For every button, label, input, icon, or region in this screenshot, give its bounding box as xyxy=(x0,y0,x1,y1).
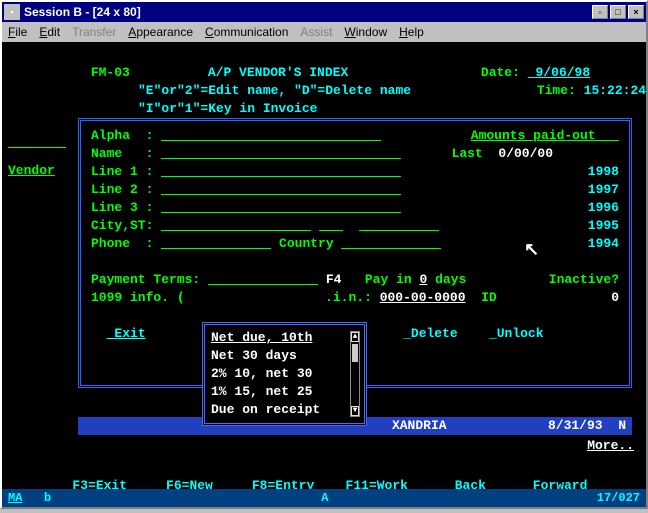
city-field[interactable] xyxy=(161,217,311,231)
titlebar[interactable]: ▪ Session B - [24 x 80] ▫ □ × xyxy=(2,2,646,22)
app-window: ▪ Session B - [24 x 80] ▫ □ × File Edit … xyxy=(0,0,648,509)
country-field[interactable] xyxy=(341,235,441,249)
strip-ma: MA xyxy=(8,489,22,507)
menu-communication[interactable]: Communication xyxy=(205,25,288,39)
cursor-position: 17/027 xyxy=(597,489,640,507)
maximize-button[interactable]: □ xyxy=(610,5,626,19)
last-label: Last xyxy=(452,146,483,161)
payment-terms-popup: Net due, 10th Net 30 days 2% 10, net 30 … xyxy=(202,322,367,426)
window-title: Session B - [24 x 80] xyxy=(24,5,592,19)
menu-transfer: Transfer xyxy=(72,25,116,39)
year-2: 1996 xyxy=(588,199,619,217)
line2-field[interactable] xyxy=(161,181,401,195)
date-label: Date: xyxy=(481,65,520,80)
popup-item[interactable]: 2% 10, net 30 xyxy=(211,365,358,383)
screen-code: FM-03 xyxy=(91,65,130,80)
menu-window[interactable]: Window xyxy=(344,25,387,39)
terminal-screen: FM-03 A/P VENDOR'S INDEX Date: 9/06/98 T… xyxy=(2,42,646,507)
country-label: Country xyxy=(279,235,334,253)
help-text-1: "E"or"2"=Edit name, "D"=Delete name xyxy=(138,83,411,98)
scroll-up-icon[interactable]: ▲ xyxy=(351,332,359,342)
more-link[interactable]: More.. xyxy=(587,437,634,455)
year-0: 1998 xyxy=(588,163,619,181)
strip-b: b xyxy=(44,489,51,507)
inactive-label: Inactive? xyxy=(549,271,619,289)
popup-scrollbar[interactable]: ▲ ▼ xyxy=(350,331,360,417)
alpha-field[interactable] xyxy=(161,127,381,141)
menu-file[interactable]: File xyxy=(8,25,27,39)
zip-field[interactable] xyxy=(359,217,439,231)
name-field[interactable] xyxy=(161,145,401,159)
payterms-label: Payment Terms: xyxy=(91,271,200,289)
strip-mid: A xyxy=(321,489,328,507)
line1-label: Line 1 : xyxy=(91,163,153,181)
id-value: 0 xyxy=(611,289,619,307)
last-value: 0/00/00 xyxy=(498,146,553,161)
menubar: File Edit Transfer Appearance Communicat… xyxy=(2,22,646,42)
sidebar-divider xyxy=(8,147,66,148)
status-flag: N xyxy=(618,417,626,435)
f4-hint: F4 xyxy=(326,271,342,289)
menu-help[interactable]: Help xyxy=(399,25,424,39)
name-label: Name : xyxy=(91,145,153,163)
id-label: ID xyxy=(481,289,497,307)
menu-appearance[interactable]: Appearance xyxy=(128,25,193,39)
line3-label: Line 3 : xyxy=(91,199,153,217)
scroll-thumb[interactable] xyxy=(352,344,358,362)
payin-value[interactable]: 0 xyxy=(419,271,427,289)
minimize-button[interactable]: ▫ xyxy=(592,5,608,19)
amounts-header: Amounts paid-out xyxy=(471,127,619,145)
popup-item[interactable]: Net 30 days xyxy=(211,347,358,365)
session-status-strip: MA b A 17/027 xyxy=(2,489,646,507)
action-unlock[interactable]: _Unlock xyxy=(489,325,544,343)
phone-field[interactable] xyxy=(161,235,271,249)
menu-edit[interactable]: Edit xyxy=(39,25,60,39)
time-label: Time: xyxy=(537,83,576,98)
help-text-2: "I"or"1"=Key in Invoice xyxy=(138,101,317,116)
payin-pre: Pay in xyxy=(365,271,420,289)
line2-label: Line 2 : xyxy=(91,181,153,199)
status-name: XANDRIA xyxy=(392,417,447,435)
screen-title: A/P VENDOR'S INDEX xyxy=(208,65,348,80)
payterms-field[interactable] xyxy=(208,271,318,285)
action-delete[interactable]: _Delete xyxy=(403,325,458,343)
function-key-bar: F3=Exit F6=New F8=Entry F11=Work _Back _… xyxy=(10,459,638,477)
payin-suf: days xyxy=(427,271,466,289)
status-date: 8/31/93 xyxy=(548,417,603,435)
popup-item[interactable]: Due on receipt xyxy=(211,401,358,419)
phone-label: Phone : xyxy=(91,235,153,253)
popup-item[interactable]: Net due, 10th xyxy=(211,329,358,347)
state-field[interactable] xyxy=(319,217,343,231)
line1-field[interactable] xyxy=(161,163,401,177)
action-exit[interactable]: _Exit xyxy=(107,325,146,343)
cityst-label: City,ST: xyxy=(91,217,153,235)
close-button[interactable]: × xyxy=(628,5,644,19)
time-value: 15:22:24 xyxy=(584,83,646,98)
menu-assist: Assist xyxy=(300,25,332,39)
year-4: 1994 xyxy=(588,235,619,253)
popup-item[interactable]: 1% 15, net 25 xyxy=(211,383,358,401)
ein-value[interactable]: 000-00-0000 xyxy=(380,289,466,307)
date-value: 9/06/98 xyxy=(528,65,590,80)
year-1: 1997 xyxy=(588,181,619,199)
scroll-down-icon[interactable]: ▼ xyxy=(351,406,359,416)
year-3: 1995 xyxy=(588,217,619,235)
ein-label: .i.n.: xyxy=(325,289,372,307)
sidebar-vendor-label[interactable]: Vendor xyxy=(8,162,55,180)
alpha-label: Alpha : xyxy=(91,127,153,145)
line3-field[interactable] xyxy=(161,199,401,213)
system-menu-icon[interactable]: ▪ xyxy=(4,4,20,20)
info1099-label: 1099 info. ( xyxy=(91,289,185,307)
